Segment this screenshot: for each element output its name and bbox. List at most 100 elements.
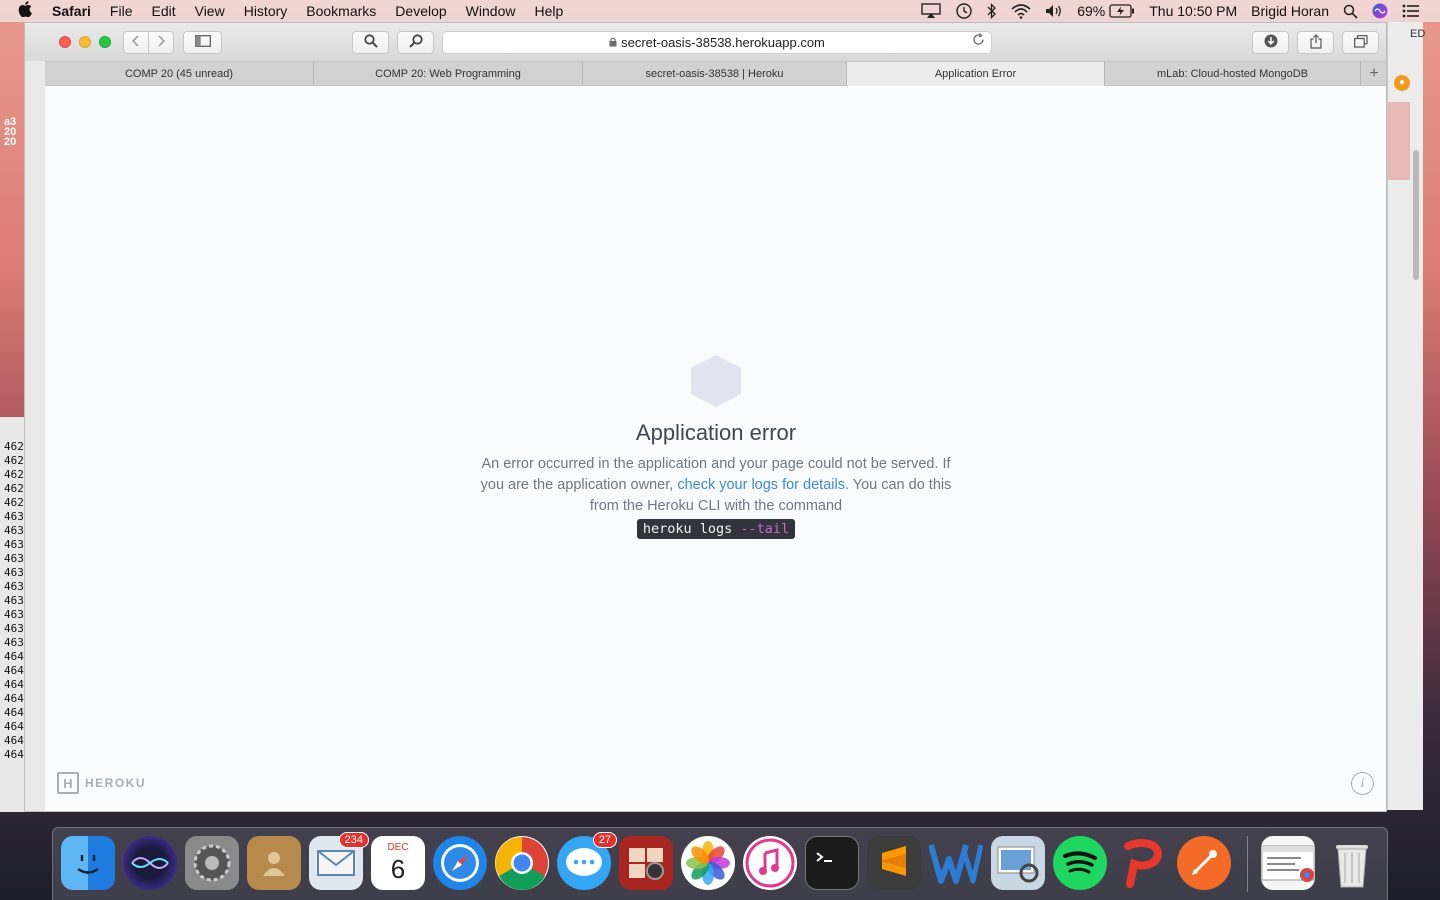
error-title: Application error	[635, 420, 797, 445]
page-content: Application error An error occurred in t…	[45, 87, 1386, 811]
info-button[interactable]: i	[1351, 772, 1374, 795]
error-message: An error occurred in the application and…	[476, 454, 956, 540]
new-tab-button[interactable]: +	[1361, 62, 1386, 86]
command-text: heroku logs	[642, 521, 741, 537]
battery-icon[interactable]	[1109, 4, 1135, 18]
time-machine-icon[interactable]	[955, 2, 973, 20]
calendar-month: DEC	[387, 842, 409, 853]
photo-booth-icon[interactable]	[619, 836, 673, 890]
info-icon: i	[1360, 775, 1365, 791]
mail-icon[interactable]: 234	[309, 832, 369, 890]
background-window-scrollbar[interactable]	[1413, 150, 1419, 280]
calendar-icon[interactable]: DEC 6	[371, 836, 425, 890]
spotify-icon[interactable]	[1053, 836, 1107, 890]
window-left-gutter	[25, 61, 45, 811]
tab-bar: COMP 20 (45 unread) COMP 20: Web Program…	[45, 61, 1386, 86]
url-text: secret-oasis-38538.herokuapp.com	[621, 35, 825, 50]
tab-overview-button[interactable]	[1342, 31, 1379, 54]
hexagon-icon	[691, 355, 741, 407]
dock: 234 DEC 6 27	[52, 827, 1388, 900]
reload-icon[interactable]	[972, 33, 985, 49]
menu-bookmarks[interactable]: Bookmarks	[306, 3, 376, 19]
contacts-icon[interactable]	[247, 836, 301, 890]
back-button[interactable]	[123, 31, 149, 54]
desktop-label: a3 20 20	[4, 116, 17, 148]
clock[interactable]: Thu 10:50 PM	[1149, 3, 1237, 19]
chevron-left-icon	[131, 35, 141, 50]
check-logs-link[interactable]: check your logs for details	[677, 477, 845, 493]
menu-help[interactable]: Help	[534, 3, 563, 19]
menu-bar: Safari File Edit View History Bookmarks …	[0, 0, 1440, 22]
heroku-icon: H	[57, 772, 79, 794]
apple-icon[interactable]	[18, 1, 36, 21]
menu-window[interactable]: Window	[466, 3, 516, 19]
window-close-button[interactable]	[59, 36, 71, 48]
tab-application-error[interactable]: Application Error	[847, 62, 1105, 86]
share-button[interactable]	[1297, 31, 1334, 54]
battery-percent: 69%	[1077, 3, 1106, 19]
word-icon[interactable]	[929, 836, 983, 890]
browser-toolbar: secret-oasis-38538.herokuapp.com	[25, 23, 1386, 61]
airplay-icon[interactable]	[921, 3, 941, 19]
postman-icon[interactable]	[1177, 836, 1231, 890]
find-button[interactable]	[397, 31, 434, 54]
window-minimize-button[interactable]	[79, 36, 91, 48]
menu-view[interactable]: View	[195, 3, 225, 19]
desktop-left-strip: a3 20 20 462 462 462 462 462 463 463 463 463…	[0, 22, 24, 812]
tab-heroku[interactable]: secret-oasis-38538 | Heroku	[583, 62, 847, 86]
menu-history[interactable]: History	[244, 3, 288, 19]
wifi-icon[interactable]	[1011, 3, 1031, 19]
dock-separator	[1247, 836, 1248, 892]
user-name[interactable]: Brigid Horan	[1251, 3, 1329, 19]
heroku-command: heroku logs --tail	[636, 519, 796, 539]
mail-badge: 234	[338, 832, 369, 848]
notification-center-icon[interactable]	[1402, 4, 1420, 18]
notification-badge-icon: ●	[1394, 75, 1410, 91]
background-window-panel	[1388, 102, 1410, 180]
tabs-overview-icon	[1353, 34, 1368, 51]
itunes-icon[interactable]	[743, 836, 797, 890]
volume-icon[interactable]	[1045, 4, 1063, 18]
tab-mlab[interactable]: mLab: Cloud-hosted MongoDB	[1105, 62, 1361, 86]
background-window-right[interactable]: ED ●	[1387, 22, 1425, 810]
forward-button[interactable]	[148, 31, 174, 54]
preview-icon[interactable]	[991, 836, 1045, 890]
window-zoom-button[interactable]	[99, 36, 111, 48]
magnifier-icon	[408, 34, 423, 51]
siri-icon[interactable]	[1372, 3, 1388, 19]
menu-edit[interactable]: Edit	[151, 3, 175, 19]
chrome-icon[interactable]	[495, 836, 549, 890]
background-terminal-text: 462 462 462 462 462 463 463 463 463 463 463 46…	[4, 440, 24, 761]
downloads-button[interactable]	[1252, 31, 1289, 54]
tab-comp20-unread[interactable]: COMP 20 (45 unread)	[45, 62, 314, 86]
system-preferences-icon[interactable]	[185, 836, 239, 890]
heroku-logo[interactable]: H HEROKU	[57, 772, 146, 794]
sublime-text-icon[interactable]	[867, 836, 921, 890]
menu-file[interactable]: File	[110, 3, 133, 19]
messages-icon[interactable]: 27	[557, 832, 617, 890]
menu-app-name[interactable]: Safari	[52, 3, 91, 19]
sidebar-button[interactable]	[183, 31, 222, 54]
bluetooth-icon[interactable]	[987, 3, 997, 19]
finder-icon[interactable]	[61, 836, 115, 890]
tab-comp20-web-programming[interactable]: COMP 20: Web Programming	[314, 62, 583, 86]
menu-develop[interactable]: Develop	[395, 3, 446, 19]
siri-dock-icon[interactable]	[123, 836, 177, 890]
paw-app-icon[interactable]	[1115, 836, 1169, 890]
address-bar[interactable]: secret-oasis-38538.herokuapp.com	[442, 31, 992, 54]
trash-icon[interactable]	[1325, 836, 1379, 890]
search-button[interactable]	[352, 31, 389, 54]
sidebar-icon	[194, 35, 211, 50]
share-icon	[1309, 33, 1322, 52]
terminal-icon[interactable]	[805, 836, 859, 890]
safari-dock-icon[interactable]	[433, 836, 487, 890]
heroku-wordmark: HEROKU	[85, 776, 147, 790]
spotlight-icon[interactable]	[1343, 4, 1358, 19]
messages-badge: 27	[592, 832, 617, 848]
calendar-day: 6	[390, 854, 406, 884]
chrome-window-thumbnail-icon[interactable]	[1261, 836, 1315, 890]
command-flag: --tail	[740, 521, 790, 537]
photos-icon[interactable]	[681, 836, 735, 890]
safari-window: secret-oasis-38538.herokuapp.com COMP 20…	[24, 22, 1387, 812]
search-icon	[363, 34, 378, 51]
